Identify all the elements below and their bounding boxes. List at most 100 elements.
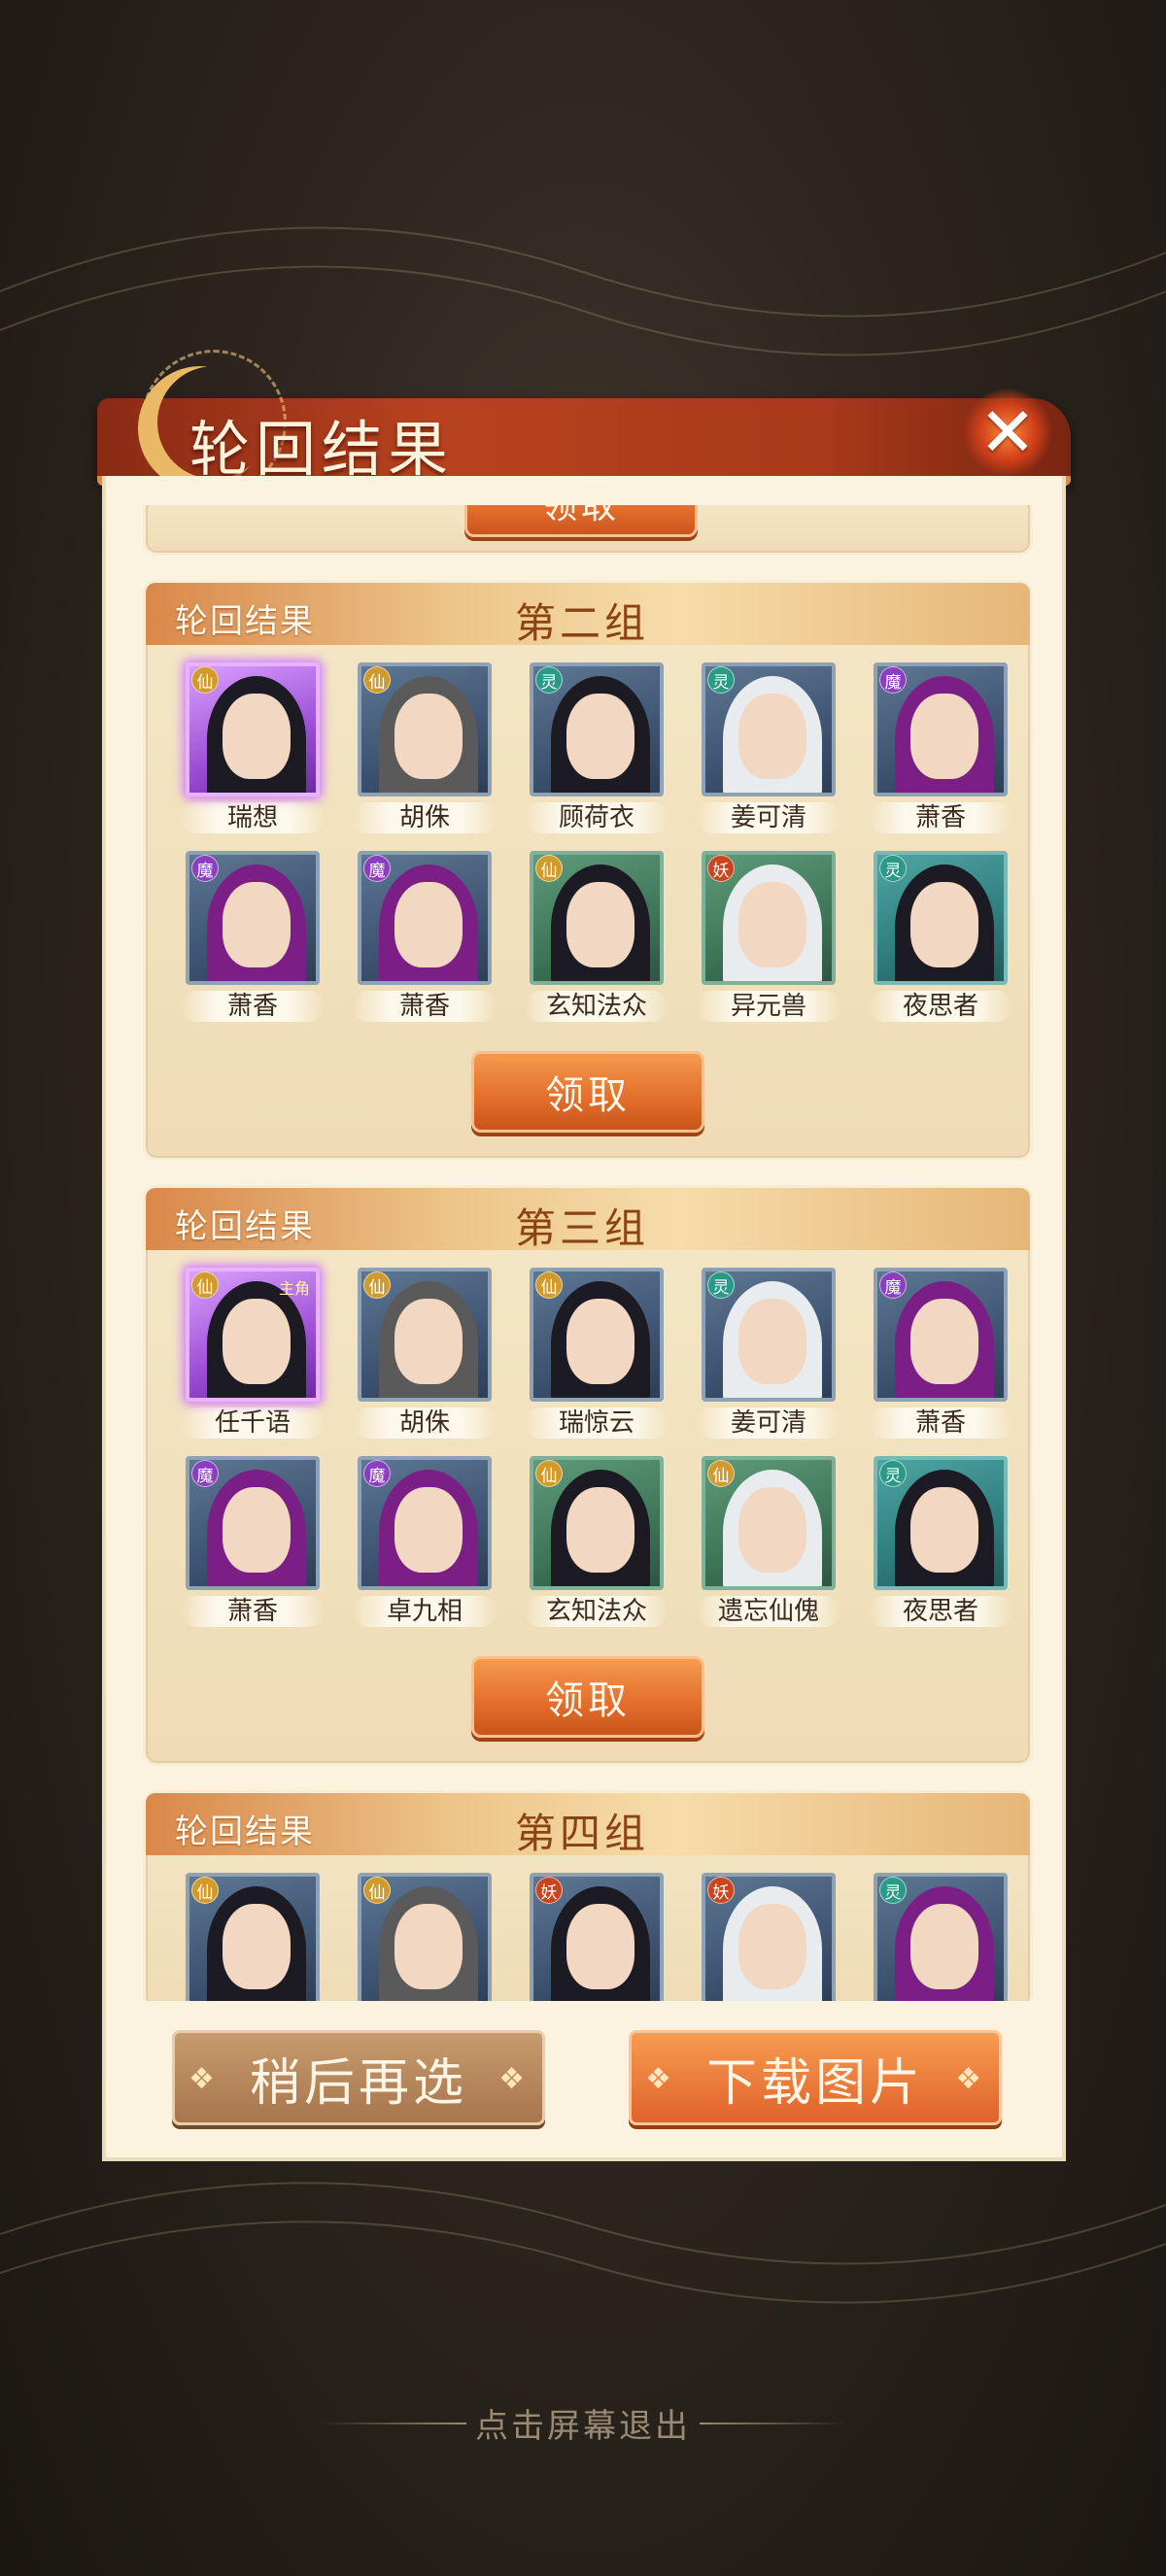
results-scroll-area[interactable]: 领取 轮回结果 第二组仙瑞想仙胡侏灵顾荷衣灵姜可清魔萧香魔萧香魔萧香仙玄知法众妖异… [143, 505, 1033, 2001]
character-portrait: 魔 [358, 851, 492, 985]
character-card[interactable]: 灵姜可清 [691, 1268, 846, 1439]
character-card[interactable]: 魔萧香 [863, 1268, 1018, 1439]
character-card[interactable]: 灵夜思者 [863, 851, 1018, 1022]
character-card[interactable]: 妖 [519, 1873, 674, 2001]
character-name: 顾荷衣 [525, 802, 669, 833]
group-card: 轮回结果 第二组仙瑞想仙胡侏灵顾荷衣灵姜可清魔萧香魔萧香魔萧香仙玄知法众妖异元兽灵… [143, 580, 1033, 1161]
diamond-ornament-icon: ❖ [189, 2062, 219, 2096]
portrait-face [738, 1299, 806, 1384]
faction-badge-icon: 仙 [535, 1460, 563, 1487]
character-card[interactable]: 灵 [863, 1873, 1018, 2001]
protagonist-tag: 主角 [278, 1279, 310, 1298]
portrait-face [566, 1299, 634, 1384]
group-name: 第二组 [515, 599, 650, 647]
portrait-face [223, 694, 291, 779]
character-card[interactable]: 仙玄知法众 [519, 1456, 674, 1627]
character-card[interactable]: 仙 主角任千语 [175, 1268, 330, 1439]
close-icon: ✕ [978, 392, 1037, 472]
faction-badge-icon: 仙 [363, 1271, 391, 1299]
character-portrait: 仙 主角 [186, 1268, 320, 1402]
faction-badge-icon: 仙 [191, 666, 219, 694]
character-portrait: 妖 [530, 1873, 664, 2001]
portrait-face [223, 1487, 291, 1573]
character-card[interactable]: 魔萧香 [347, 851, 502, 1022]
character-card[interactable]: 灵姜可清 [691, 662, 846, 833]
character-portrait: 妖 [702, 1873, 836, 2001]
portrait-face [910, 1299, 978, 1384]
faction-badge-icon: 妖 [707, 855, 735, 882]
character-name: 萧香 [181, 1596, 325, 1627]
claim-button-previous[interactable]: 领取 [464, 505, 698, 537]
faction-badge-icon: 魔 [879, 1271, 907, 1299]
character-card[interactable]: 妖异元兽 [691, 851, 846, 1022]
faction-badge-icon: 仙 [363, 1877, 391, 1904]
faction-badge-icon: 仙 [191, 1271, 219, 1299]
character-portrait: 仙 [530, 1456, 664, 1590]
download-image-button[interactable]: ❖ 下载图片 ❖ [629, 2030, 1002, 2125]
group-card: 轮回结果 第三组仙主角 任千语仙胡侏仙瑞惊云灵姜可清魔萧香魔萧香魔卓九相仙玄知法众仙… [143, 1185, 1033, 1766]
character-card[interactable]: 魔萧香 [175, 1456, 330, 1627]
character-name: 夜思者 [869, 1596, 1012, 1627]
character-name: 玄知法众 [525, 991, 669, 1022]
character-name: 瑞想 [181, 802, 325, 833]
portrait-face [738, 882, 806, 967]
character-card[interactable]: 魔萧香 [175, 851, 330, 1022]
character-portrait: 妖 [702, 851, 836, 985]
character-card[interactable]: 仙 [175, 1873, 330, 2001]
portrait-face [394, 694, 463, 779]
character-card[interactable]: 仙遗忘仙傀 [691, 1456, 846, 1627]
character-card[interactable]: 灵夜思者 [863, 1456, 1018, 1627]
group-label: 轮回结果 [175, 1813, 315, 1851]
character-portrait: 仙 [358, 1268, 492, 1402]
character-name: 卓九相 [353, 1596, 497, 1627]
faction-badge-icon: 灵 [707, 666, 735, 694]
claim-row: 领取 [146, 1627, 1030, 1763]
group-label: 轮回结果 [175, 602, 315, 641]
portrait-face [566, 882, 634, 967]
download-image-label: 下载图片 [705, 2053, 924, 2113]
choose-later-button[interactable]: ❖ 稍后再选 ❖ [172, 2030, 545, 2125]
character-grid: 仙主角 任千语仙胡侏仙瑞惊云灵姜可清魔萧香魔萧香魔卓九相仙玄知法众仙遗忘仙傀灵夜思… [146, 1250, 1030, 1627]
character-card[interactable]: 仙瑞惊云 [519, 1268, 674, 1439]
group-name: 第三组 [515, 1204, 650, 1252]
portrait-face [223, 1904, 291, 1989]
character-portrait: 仙 [358, 662, 492, 797]
character-card[interactable]: 魔萧香 [863, 662, 1018, 833]
character-name: 任千语 [181, 1407, 325, 1439]
character-card[interactable]: 仙胡侏 [347, 1268, 502, 1439]
close-button[interactable]: ✕ [959, 384, 1056, 481]
portrait-face [223, 882, 291, 967]
character-card[interactable]: 妖 [691, 1873, 846, 2001]
reincarnation-result-dialog: 轮回结果 ✕ 领取 轮回结果 第二组仙瑞想仙胡侏灵顾荷衣灵姜可清魔萧香魔萧香魔萧香… [97, 350, 1071, 2161]
portrait-face [910, 1904, 978, 1989]
faction-badge-icon: 魔 [191, 855, 219, 882]
claim-button[interactable]: 领取 [471, 1051, 704, 1133]
character-grid: 仙仙妖妖灵 [146, 1855, 1030, 2001]
faction-badge-icon: 仙 [535, 1271, 563, 1299]
faction-badge-icon: 灵 [879, 1877, 907, 1904]
claim-button[interactable]: 领取 [471, 1656, 704, 1738]
portrait-face [394, 882, 463, 967]
portrait-face [738, 694, 806, 779]
character-card[interactable]: 仙胡侏 [347, 662, 502, 833]
portrait-face [910, 882, 978, 967]
exit-hint[interactable]: 点击屏幕退出 [0, 2399, 1166, 2447]
character-card[interactable]: 仙玄知法众 [519, 851, 674, 1022]
character-card[interactable]: 仙 [347, 1873, 502, 2001]
character-card[interactable]: 灵顾荷衣 [519, 662, 674, 833]
claim-row: 领取 [146, 1022, 1030, 1158]
character-name: 胡侏 [353, 802, 497, 833]
character-portrait: 灵 [874, 1873, 1008, 2001]
group-card: 轮回结果 第四组仙 仙 妖 妖 灵 [143, 1790, 1033, 2001]
character-portrait: 魔 [186, 1456, 320, 1590]
character-card[interactable]: 魔卓九相 [347, 1456, 502, 1627]
portrait-face [223, 1299, 291, 1384]
diamond-ornament-icon: ❖ [645, 2062, 675, 2096]
character-name: 萧香 [869, 1407, 1012, 1439]
character-name: 夜思者 [869, 991, 1012, 1022]
portrait-face [910, 694, 978, 779]
group-header: 轮回结果 第二组 [146, 583, 1030, 647]
character-card[interactable]: 仙瑞想 [175, 662, 330, 833]
faction-badge-icon: 妖 [535, 1877, 563, 1904]
group-card-previous: 领取 [143, 505, 1033, 556]
